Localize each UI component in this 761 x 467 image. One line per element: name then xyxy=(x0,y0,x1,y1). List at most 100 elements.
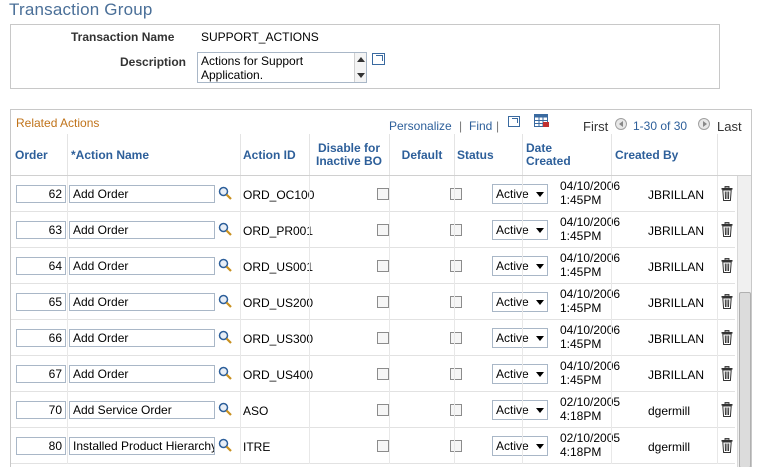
next-icon[interactable] xyxy=(698,118,710,130)
description-scrollbar[interactable] xyxy=(354,53,366,82)
lookup-icon[interactable] xyxy=(218,438,232,452)
disable-inactive-checkbox[interactable] xyxy=(377,260,389,272)
status-select[interactable]: Active xyxy=(492,292,548,312)
created-by: JBRILLAN xyxy=(648,260,705,274)
default-checkbox[interactable] xyxy=(450,296,462,308)
table-row: 65 Add Order ORD_US200 Active 04/10/2006 1:45… xyxy=(11,284,735,320)
trash-icon[interactable] xyxy=(721,366,733,381)
column-header-action-id[interactable]: Action ID xyxy=(243,134,313,176)
status-value: Active xyxy=(496,367,529,381)
description-field[interactable]: Actions for Support Application. xyxy=(197,52,367,83)
order-input[interactable]: 80 xyxy=(16,437,66,455)
trash-icon[interactable] xyxy=(721,222,733,237)
lookup-icon[interactable] xyxy=(218,402,232,416)
disable-inactive-checkbox[interactable] xyxy=(377,368,389,380)
status-select[interactable]: Active xyxy=(492,220,548,240)
view-all-icon[interactable] xyxy=(508,116,520,127)
lookup-icon[interactable] xyxy=(218,222,232,236)
default-checkbox[interactable] xyxy=(450,440,462,452)
column-header-status[interactable]: Status xyxy=(457,134,517,176)
status-value: Active xyxy=(496,295,529,309)
download-spreadsheet-icon[interactable] xyxy=(534,114,550,128)
status-select[interactable]: Active xyxy=(492,364,548,384)
trash-icon[interactable] xyxy=(721,402,733,417)
first-label[interactable]: First xyxy=(583,119,608,134)
created-by: JBRILLAN xyxy=(648,224,705,238)
order-input[interactable]: 66 xyxy=(16,329,66,347)
table-row: 66 Add Order ORD_US300 Active 04/10/2006 1:45… xyxy=(11,320,735,356)
action-id: ITRE xyxy=(243,440,271,454)
table-row: 80 Installed Product Hierarchy ITRE Active 0… xyxy=(11,428,735,464)
created-by: JBRILLAN xyxy=(648,332,705,346)
disable-inactive-checkbox[interactable] xyxy=(377,188,389,200)
personalize-link[interactable]: Personalize xyxy=(389,119,452,133)
order-input[interactable]: 63 xyxy=(16,221,66,239)
table-row: 62 Add Order ORD_OC100 Active 04/10/2006 1:45… xyxy=(11,176,735,212)
status-select[interactable]: Active xyxy=(492,400,548,420)
transaction-name-value: SUPPORT_ACTIONS xyxy=(201,30,319,44)
action-name-input[interactable]: Add Service Order xyxy=(69,401,215,419)
disable-inactive-checkbox[interactable] xyxy=(377,404,389,416)
action-name-input[interactable]: Add Order xyxy=(69,365,215,383)
lookup-icon[interactable] xyxy=(218,186,232,200)
grid-scroll-thumb[interactable] xyxy=(739,292,751,467)
trash-icon[interactable] xyxy=(721,258,733,273)
default-checkbox[interactable] xyxy=(450,368,462,380)
lookup-icon[interactable] xyxy=(218,330,232,344)
order-input[interactable]: 65 xyxy=(16,293,66,311)
toolbar-separator: | xyxy=(496,119,500,133)
column-header-default[interactable]: Default xyxy=(392,134,452,176)
table-row: 63 Add Order ORD_PR001 Active 04/10/2006 1:45… xyxy=(11,212,735,248)
status-select[interactable]: Active xyxy=(492,328,548,348)
default-checkbox[interactable] xyxy=(450,224,462,236)
trash-icon[interactable] xyxy=(721,294,733,309)
order-input[interactable]: 62 xyxy=(16,185,66,203)
grid-scrollbar[interactable] xyxy=(737,176,751,467)
order-input[interactable]: 70 xyxy=(16,401,66,419)
action-name-input[interactable]: Installed Product Hierarchy xyxy=(69,437,215,455)
default-checkbox[interactable] xyxy=(450,404,462,416)
header-box: Transaction Name SUPPORT_ACTIONS Descrip… xyxy=(10,24,720,89)
action-name-input[interactable]: Add Order xyxy=(69,293,215,311)
column-header-date-created[interactable]: Date Created xyxy=(526,134,586,176)
last-label[interactable]: Last xyxy=(717,119,742,134)
lookup-icon[interactable] xyxy=(218,366,232,380)
action-name-input[interactable]: Add Order xyxy=(69,329,215,347)
trash-icon[interactable] xyxy=(721,330,733,345)
page-title: Transaction Group xyxy=(9,0,153,19)
default-checkbox[interactable] xyxy=(450,332,462,344)
action-id: ORD_OC100 xyxy=(243,188,315,202)
column-header-disable[interactable]: Disable for Inactive BO xyxy=(310,134,388,176)
status-select[interactable]: Active xyxy=(492,184,548,204)
status-select[interactable]: Active xyxy=(492,256,548,276)
find-link[interactable]: Find xyxy=(469,119,492,133)
previous-icon[interactable] xyxy=(615,118,627,130)
order-input[interactable]: 64 xyxy=(16,257,66,275)
disable-inactive-checkbox[interactable] xyxy=(377,224,389,236)
disable-inactive-checkbox[interactable] xyxy=(377,440,389,452)
chevron-down-icon xyxy=(536,264,544,269)
grid-title: Related Actions xyxy=(16,116,100,130)
trash-icon[interactable] xyxy=(721,438,733,453)
expand-description-icon[interactable] xyxy=(372,53,385,65)
column-header-action-name[interactable]: *Action Name xyxy=(71,134,241,176)
action-name-input[interactable]: Add Order xyxy=(69,257,215,275)
lookup-icon[interactable] xyxy=(218,258,232,272)
chevron-down-icon xyxy=(536,300,544,305)
chevron-down-icon xyxy=(536,372,544,377)
default-checkbox[interactable] xyxy=(450,188,462,200)
grid-toolbar: Related Actions Personalize | Find | Fir… xyxy=(11,110,751,134)
action-name-input[interactable]: Add Order xyxy=(69,185,215,203)
action-name-input[interactable]: Add Order xyxy=(69,221,215,239)
column-header-created-by[interactable]: Created By xyxy=(615,134,705,176)
trash-icon[interactable] xyxy=(721,186,733,201)
order-input[interactable]: 67 xyxy=(16,365,66,383)
disable-inactive-checkbox[interactable] xyxy=(377,332,389,344)
lookup-icon[interactable] xyxy=(218,294,232,308)
disable-inactive-checkbox[interactable] xyxy=(377,296,389,308)
action-id: ORD_US300 xyxy=(243,332,314,346)
status-select[interactable]: Active xyxy=(492,436,548,456)
column-header-order[interactable]: Order xyxy=(15,134,65,176)
default-checkbox[interactable] xyxy=(450,260,462,272)
created-by: dgermill xyxy=(648,404,691,418)
